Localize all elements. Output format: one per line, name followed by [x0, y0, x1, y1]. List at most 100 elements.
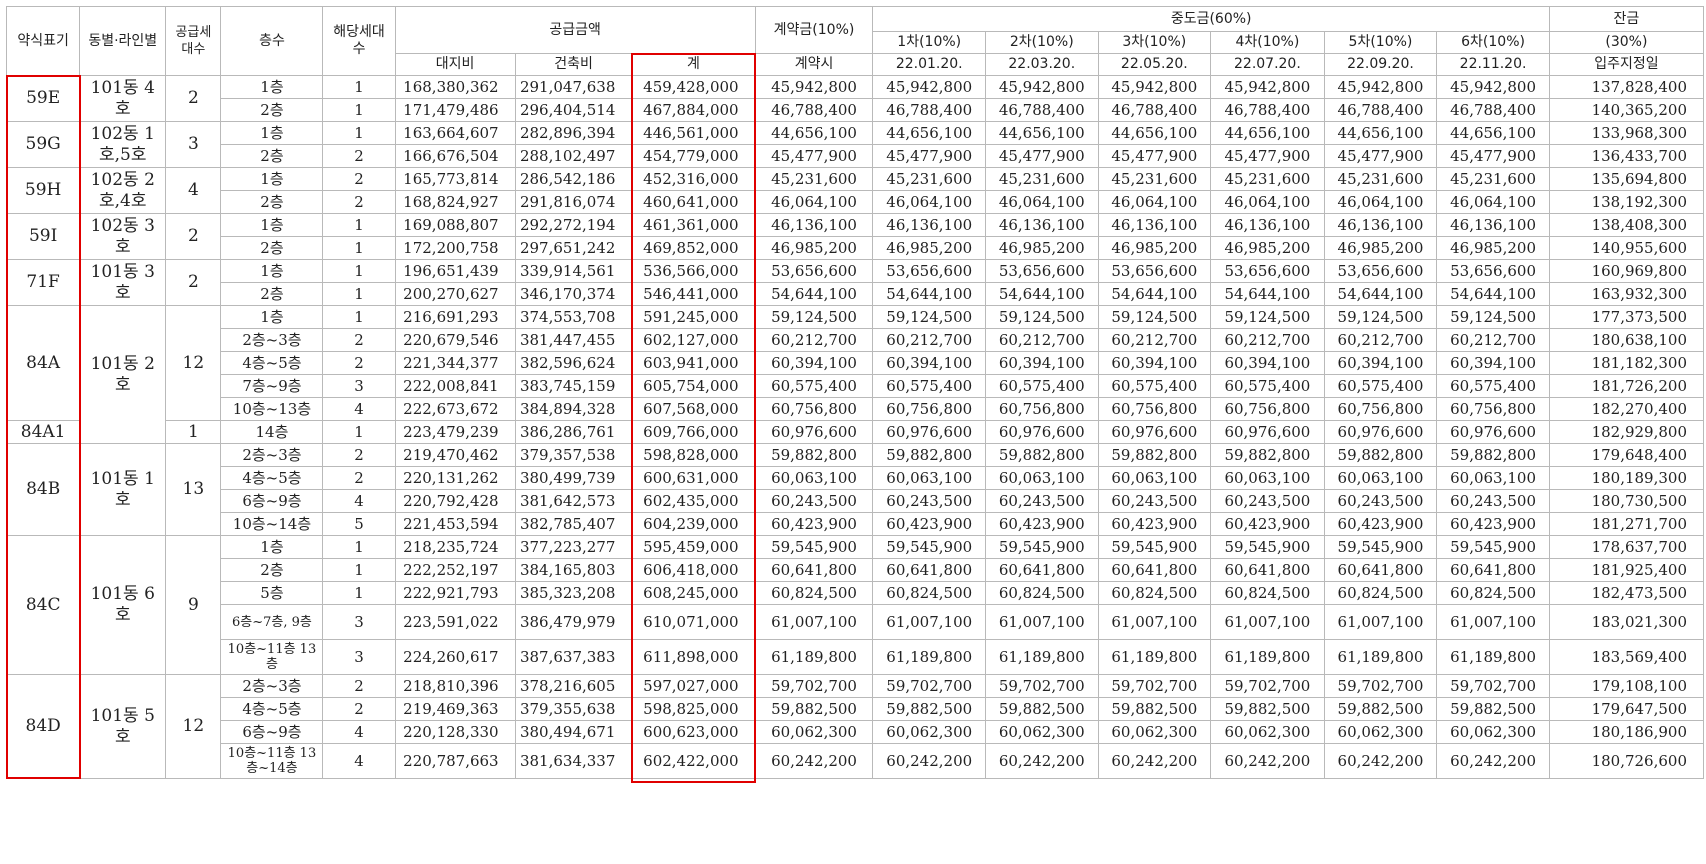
contract-payment-cell: 54,644,100: [754, 282, 874, 306]
contract-payment-cell: 46,064,100: [754, 190, 874, 214]
contract-payment-cell: 60,824,500: [754, 581, 874, 605]
middle-payment-5-cell: 60,243,500: [1323, 489, 1438, 513]
land-cost-cell: 165,773,814: [394, 167, 516, 191]
total-price-cell: 603,941,000: [631, 351, 756, 375]
contract-payment-cell: 60,063,100: [754, 466, 874, 490]
middle-payment-4-cell: 60,756,800: [1210, 397, 1325, 421]
middle-payment-4-cell: 45,477,900: [1210, 144, 1325, 168]
land-cost-cell: 216,691,293: [394, 305, 516, 329]
middle-payment-3-cell: 60,756,800: [1097, 397, 1212, 421]
balance-payment-cell: 133,968,300: [1548, 121, 1705, 145]
building-cost-cell: 339,914,561: [514, 259, 633, 283]
contract-payment-cell: 60,212,700: [754, 328, 874, 352]
middle-payment-2-cell: 45,942,800: [985, 75, 1099, 99]
middle-payment-3-cell: 60,641,800: [1097, 558, 1212, 582]
table-row: 6층~9층 4 220,792,428 381,642,573 602,435,000 6…: [7, 489, 1705, 513]
floor-cell: 10층~13층: [220, 397, 324, 421]
middle-payment-6-cell: 59,545,900: [1436, 535, 1550, 559]
building-cost-cell: 379,355,638: [514, 697, 633, 721]
balance-payment-cell: 160,969,800: [1548, 259, 1705, 283]
land-cost-cell: 218,235,724: [394, 535, 516, 559]
middle-payment-2-cell: 60,063,100: [985, 466, 1099, 490]
middle-payment-4-cell: 59,124,500: [1210, 305, 1325, 329]
middle-payment-2-cell: 46,136,100: [985, 213, 1099, 237]
total-price-cell: 602,127,000: [631, 328, 756, 352]
middle-payment-6-cell: 46,136,100: [1436, 213, 1550, 237]
middle-payment-5-cell: 59,882,500: [1323, 697, 1438, 721]
middle-payment-6-cell: 59,882,800: [1436, 443, 1550, 467]
total-price-cell: 609,766,000: [631, 420, 756, 444]
middle-payment-6-cell: 61,007,100: [1436, 604, 1550, 640]
units-cell: 2: [322, 674, 396, 698]
total-price-cell: 602,435,000: [631, 489, 756, 513]
middle-payment-6-cell: 45,231,600: [1436, 167, 1550, 191]
middle-payment-5-cell: 60,062,300: [1323, 720, 1438, 744]
unit-type-cell: 84D: [5, 674, 81, 779]
middle-payment-2-cell: 60,212,700: [985, 328, 1099, 352]
middle-payment-2-cell: 45,477,900: [985, 144, 1099, 168]
middle-payment-5-cell: 46,788,400: [1323, 98, 1438, 122]
middle-payment-3-cell: 59,702,700: [1097, 674, 1212, 698]
middle-payment-1-cell: 46,985,200: [872, 236, 986, 260]
middle-payment-1-cell: 45,942,800: [872, 75, 986, 99]
building-cost-cell: 381,634,337: [514, 743, 633, 779]
units-cell: 2: [322, 167, 396, 191]
total-price-cell: 595,459,000: [631, 535, 756, 559]
dong-line-cell: 101동 5호: [79, 674, 167, 779]
building-cost-cell: 296,404,514: [514, 98, 633, 122]
building-cost-cell: 380,494,671: [514, 720, 633, 744]
balance-payment-cell: 182,270,400: [1548, 397, 1705, 421]
header-balance-date: 입주지정일: [1548, 53, 1705, 76]
contract-payment-cell: 53,656,600: [754, 259, 874, 283]
middle-payment-3-cell: 60,212,700: [1097, 328, 1212, 352]
middle-payment-5-cell: 60,756,800: [1323, 397, 1438, 421]
middle-payment-4-cell: 59,702,700: [1210, 674, 1325, 698]
balance-payment-cell: 177,373,500: [1548, 305, 1705, 329]
header-contract-timing: 계약시: [754, 53, 874, 76]
middle-payment-6-cell: 60,063,100: [1436, 466, 1550, 490]
middle-payment-2-cell: 60,242,200: [985, 743, 1099, 779]
contract-payment-cell: 60,243,500: [754, 489, 874, 513]
supply-units-cell: 9: [165, 535, 222, 675]
floor-cell: 6층~9층: [220, 720, 324, 744]
building-cost-cell: 384,165,803: [514, 558, 633, 582]
floor-cell: 1층: [220, 75, 324, 99]
middle-payment-3-cell: 44,656,100: [1097, 121, 1212, 145]
land-cost-cell: 220,792,428: [394, 489, 516, 513]
table-row: 10층~14층 5 221,453,594 382,785,407 604,239,00…: [7, 512, 1705, 536]
table-row: 4층~5층 2 219,469,363 379,355,638 598,825,000 5…: [7, 697, 1705, 721]
total-price-cell: 469,852,000: [631, 236, 756, 260]
balance-payment-cell: 181,271,700: [1548, 512, 1705, 536]
middle-payment-2-cell: 60,062,300: [985, 720, 1099, 744]
contract-payment-cell: 46,788,400: [754, 98, 874, 122]
contract-payment-cell: 59,702,700: [754, 674, 874, 698]
middle-payment-4-cell: 45,942,800: [1210, 75, 1325, 99]
floor-cell: 2층~3층: [220, 443, 324, 467]
middle-payment-1-cell: 60,976,600: [872, 420, 986, 444]
table-row: 59E 101동 4호 2 1층 1 168,380,362 291,047,638 459,…: [5, 75, 1705, 122]
floor-cell: 2층: [220, 190, 324, 214]
building-cost-cell: 297,651,242: [514, 236, 633, 260]
middle-payment-5-cell: 54,644,100: [1323, 282, 1438, 306]
table-row: 84D 101동 5호 12 2층~3층 2 218,810,396 378,216,605…: [5, 674, 1705, 779]
supply-units-cell: 2: [165, 259, 222, 306]
header-total: 계: [631, 53, 756, 76]
dong-line-cell: 101동 2호: [79, 305, 167, 444]
balance-payment-cell: 179,108,100: [1548, 674, 1705, 698]
table-row: 7층~9층 3 222,008,841 383,745,159 605,754,000 6…: [7, 374, 1705, 398]
middle-payment-5-cell: 59,545,900: [1323, 535, 1438, 559]
supply-price-table: 약식표기 동별·라인별 공급세대수 층수 해당세대수 공급금액 계약금(10%)…: [5, 6, 1705, 779]
units-cell: 1: [322, 236, 396, 260]
unit-type-cell: 59E: [5, 75, 81, 122]
balance-payment-cell: 182,929,800: [1548, 420, 1705, 444]
table-row: 2층~3층 2 220,679,546 381,447,455 602,127,000 6…: [7, 328, 1705, 352]
supply-units-cell: 12: [165, 674, 222, 779]
middle-payment-2-cell: 60,641,800: [985, 558, 1099, 582]
middle-payment-6-cell: 60,824,500: [1436, 581, 1550, 605]
middle-payment-3-cell: 60,824,500: [1097, 581, 1212, 605]
header-land: 대지비: [394, 53, 516, 76]
total-price-cell: 607,568,000: [631, 397, 756, 421]
middle-payment-2-cell: 60,394,100: [985, 351, 1099, 375]
table-row: 84B 101동 1호 13 2층~3층 2 219,470,462 379,357,538…: [5, 443, 1705, 536]
middle-payment-5-cell: 60,824,500: [1323, 581, 1438, 605]
